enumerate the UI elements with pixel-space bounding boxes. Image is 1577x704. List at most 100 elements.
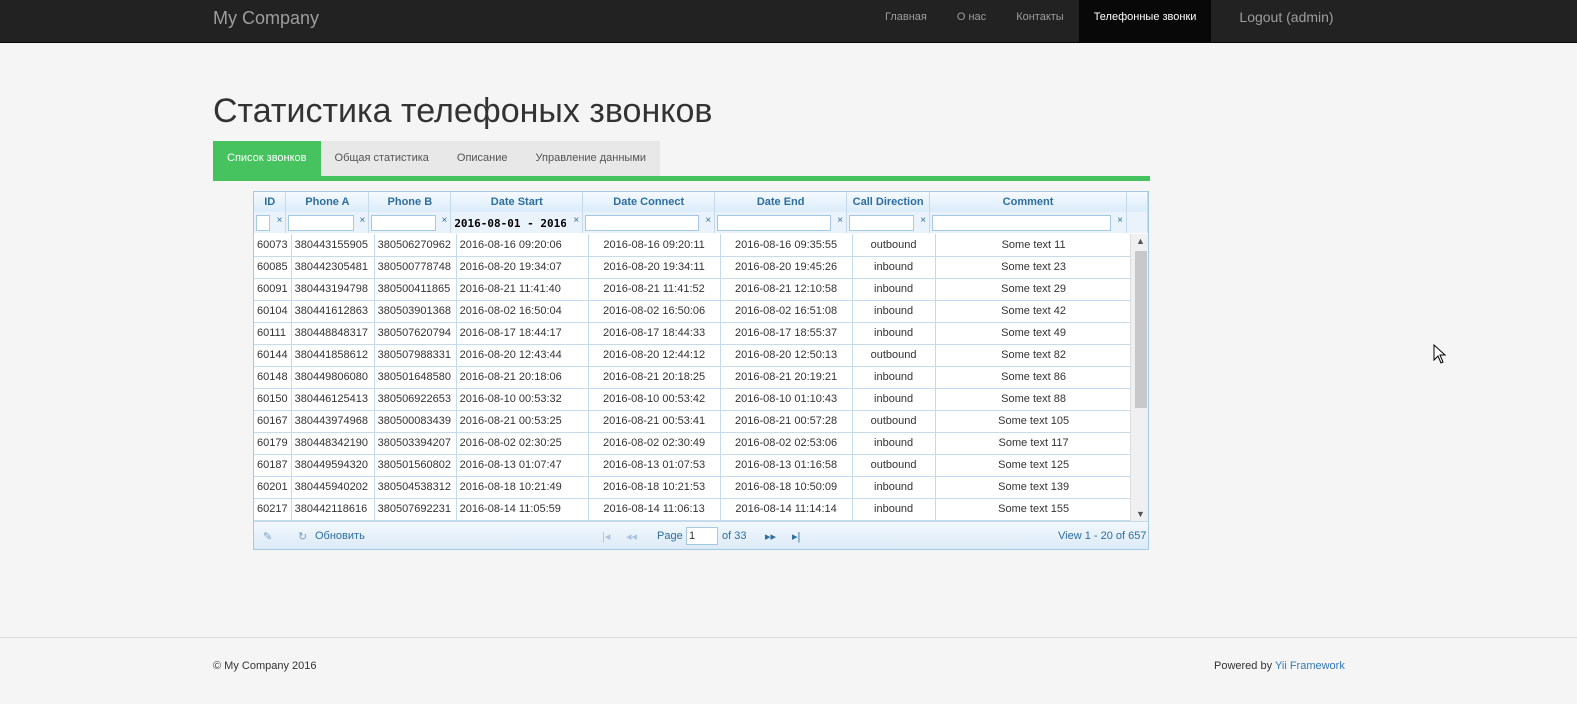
- clear-icon[interactable]: ×: [441, 215, 447, 226]
- col-header-comment[interactable]: Comment: [929, 192, 1127, 212]
- table-cell: outbound: [852, 410, 936, 433]
- tab-description[interactable]: Описание: [442, 141, 522, 176]
- table-row[interactable]: 60085 380442305481 380500778748 2016-08-20 …: [254, 256, 1133, 279]
- table-cell: 60167: [254, 410, 292, 433]
- table-cell: 60217: [254, 498, 292, 521]
- logout-link[interactable]: Logout (admin): [1211, 0, 1348, 42]
- grid-header-table: ID Phone A Phone B Date Start Date Conne…: [254, 192, 1148, 233]
- refresh-button[interactable]: Обновить: [315, 530, 365, 542]
- table-row[interactable]: 60111 380448848317 380507620794 2016-08-17 …: [254, 322, 1133, 345]
- page-count: of 33: [722, 530, 747, 542]
- table-cell: 380448848317: [291, 322, 375, 345]
- table-row[interactable]: 60179 380448342190 380503394207 2016-08-02 …: [254, 432, 1133, 455]
- tab-data-management[interactable]: Управление данными: [521, 141, 661, 176]
- table-row[interactable]: 60144 380441858612 380507988331 2016-08-20 …: [254, 344, 1133, 367]
- refresh-icon[interactable]: ↻: [298, 530, 307, 543]
- scroll-down-icon[interactable]: ▼: [1136, 509, 1145, 519]
- tab-general-stats[interactable]: Общая статистика: [320, 141, 443, 176]
- filter-date-end[interactable]: [717, 215, 832, 231]
- prev-page-icon[interactable]: ◂◂: [626, 530, 637, 543]
- table-row[interactable]: 60148 380449806080 380501648580 2016-08-21 …: [254, 366, 1133, 389]
- col-header-date-end[interactable]: Date End: [714, 192, 848, 212]
- scrollbar-thumb[interactable]: [1135, 251, 1147, 408]
- clear-icon[interactable]: ×: [573, 215, 579, 226]
- clear-icon[interactable]: ×: [360, 215, 366, 226]
- col-header-phone-b[interactable]: Phone B: [368, 192, 452, 212]
- nav-item-contacts[interactable]: Контакты: [1001, 0, 1079, 42]
- edit-icon[interactable]: ✎: [263, 530, 272, 543]
- scroll-up-icon[interactable]: ▲: [1136, 236, 1145, 246]
- col-header-phone-a[interactable]: Phone A: [285, 192, 370, 212]
- last-page-icon[interactable]: ▸|: [792, 530, 800, 543]
- table-cell: 2016-08-20 19:34:11: [588, 256, 721, 279]
- table-cell: Some text 155: [935, 498, 1133, 521]
- brand-link[interactable]: My Company: [213, 8, 319, 29]
- nav-item-about[interactable]: О нас: [942, 0, 1001, 42]
- table-cell: outbound: [852, 234, 936, 257]
- table-cell: 2016-08-10 01:10:43: [720, 388, 853, 411]
- first-page-icon[interactable]: |◂: [602, 530, 610, 543]
- table-cell: 2016-08-16 09:20:11: [588, 234, 721, 257]
- table-cell: 2016-08-02 02:30:25: [456, 432, 589, 455]
- tabs: Список звонков Общая статистика Описание…: [213, 141, 1150, 181]
- filter-id[interactable]: [256, 215, 270, 231]
- table-cell: 380441858612: [291, 344, 375, 367]
- table-cell: 2016-08-14 11:06:13: [588, 498, 721, 521]
- table-cell: 2016-08-17 18:55:37: [720, 322, 853, 345]
- filter-date-start[interactable]: [453, 215, 568, 231]
- table-row[interactable]: 60201 380445940202 380504538312 2016-08-18 …: [254, 476, 1133, 499]
- table-cell: 2016-08-10 00:53:32: [456, 388, 589, 411]
- clear-icon[interactable]: ×: [1117, 215, 1123, 226]
- table-row[interactable]: 60150 380446125413 380506922653 2016-08-10 …: [254, 388, 1133, 411]
- yii-framework-link[interactable]: Yii Framework: [1275, 660, 1345, 672]
- tab-call-list[interactable]: Список звонков: [213, 141, 321, 176]
- col-header-date-start[interactable]: Date Start: [450, 192, 584, 212]
- table-cell: 2016-08-02 02:30:49: [588, 432, 721, 455]
- filter-date-connect[interactable]: [585, 215, 700, 231]
- table-row[interactable]: 60073 380443155905 380506270962 2016-08-16 …: [254, 234, 1133, 257]
- grid-body[interactable]: 60073 380443155905 380506270962 2016-08-16 …: [254, 234, 1148, 521]
- table-cell: 60187: [254, 454, 292, 477]
- clear-icon[interactable]: ×: [277, 215, 283, 226]
- table-cell: Some text 139: [935, 476, 1133, 499]
- table-cell: Some text 29: [935, 278, 1133, 301]
- table-row[interactable]: 60187 380449594320 380501560802 2016-08-13 …: [254, 454, 1133, 477]
- col-header-call-direction[interactable]: Call Direction: [846, 192, 931, 212]
- table-cell: 2016-08-13 01:07:53: [588, 454, 721, 477]
- table-row[interactable]: 60104 380441612863 380503901368 2016-08-02 …: [254, 300, 1133, 323]
- table-cell: 2016-08-20 12:43:44: [456, 344, 589, 367]
- filter-phone-b[interactable]: [371, 215, 437, 231]
- table-cell: 2016-08-13 01:16:58: [720, 454, 853, 477]
- filter-phone-a[interactable]: [288, 215, 355, 231]
- table-cell: 2016-08-02 16:50:06: [588, 300, 721, 323]
- nav-item-phone-calls[interactable]: Телефонные звонки: [1078, 0, 1212, 42]
- table-row[interactable]: 60167 380443974968 380500083439 2016-08-21 …: [254, 410, 1133, 433]
- table-cell: 2016-08-20 19:45:26: [720, 256, 853, 279]
- table-cell: 2016-08-21 11:41:40: [456, 278, 589, 301]
- table-cell: 2016-08-02 16:51:08: [720, 300, 853, 323]
- navbar: My Company Главная О нас Контакты Телефо…: [0, 0, 1577, 43]
- table-cell: Some text 125: [935, 454, 1133, 477]
- table-cell: outbound: [852, 344, 936, 367]
- table-row[interactable]: 60217 380442118616 380507692231 2016-08-14 …: [254, 498, 1133, 521]
- clear-icon[interactable]: ×: [705, 215, 711, 226]
- table-row[interactable]: 60091 380443194798 380500411865 2016-08-21 …: [254, 278, 1133, 301]
- powered-by-prefix: Powered by: [1214, 660, 1273, 672]
- table-cell: 2016-08-21 00:53:25: [456, 410, 589, 433]
- table-cell: 2016-08-10 00:53:42: [588, 388, 721, 411]
- filter-comment[interactable]: [932, 215, 1112, 231]
- table-cell: inbound: [852, 498, 936, 521]
- table-cell: 380446125413: [291, 388, 375, 411]
- nav-item-home[interactable]: Главная: [870, 0, 942, 42]
- col-header-date-connect[interactable]: Date Connect: [582, 192, 716, 212]
- grid-scrollbar[interactable]: ▲ ▼: [1130, 234, 1148, 521]
- table-cell: 380445940202: [291, 476, 375, 499]
- next-page-icon[interactable]: ▸▸: [765, 530, 776, 543]
- col-header-id[interactable]: ID: [254, 192, 287, 212]
- filter-call-direction[interactable]: [849, 215, 915, 231]
- clear-icon[interactable]: ×: [837, 215, 843, 226]
- clear-icon[interactable]: ×: [920, 215, 926, 226]
- table-cell: 60148: [254, 366, 292, 389]
- page-number-input[interactable]: [686, 527, 718, 545]
- table-cell: Some text 42: [935, 300, 1133, 323]
